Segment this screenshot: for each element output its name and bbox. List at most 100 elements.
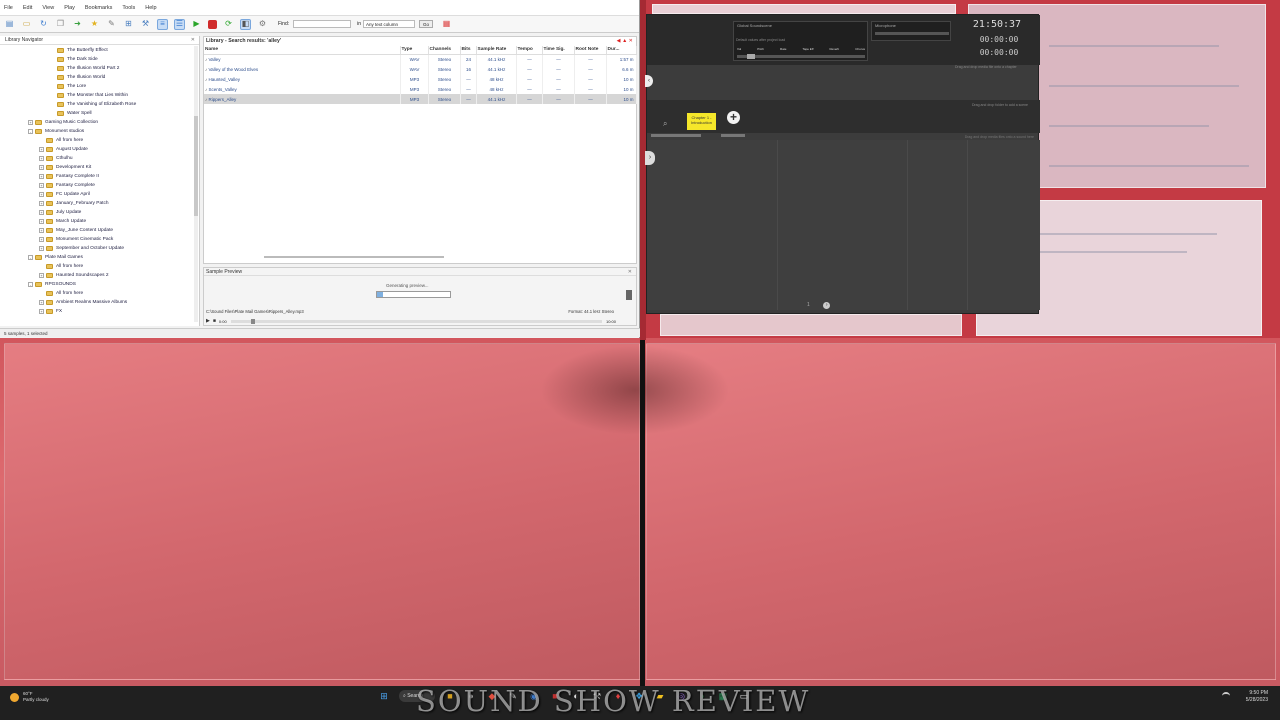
tree-item[interactable]: - RPGSOUNDS xyxy=(0,280,199,289)
column-header[interactable]: Dur... xyxy=(606,46,637,55)
column-header[interactable]: Time Sig. xyxy=(542,46,575,55)
expand-icon[interactable]: + xyxy=(39,246,44,251)
menu-help[interactable]: Help xyxy=(145,5,156,11)
expand-icon[interactable]: + xyxy=(28,120,33,125)
windows-start-icon[interactable]: ⊞ xyxy=(378,690,390,702)
forward-icon[interactable]: ➜ xyxy=(72,19,83,30)
results-nav-icons[interactable]: ◀ ▲ ✕ xyxy=(617,37,633,46)
expand-arrow-icon[interactable]: › xyxy=(645,151,655,165)
table-row[interactable]: ♪ Valley WAV Stereo 24 44.1 kHz — — —1:57 m xyxy=(204,54,637,64)
add-chapter-button[interactable]: + xyxy=(727,111,740,124)
column-header[interactable]: Type xyxy=(400,46,429,55)
stop-icon[interactable]: ■ xyxy=(213,318,216,324)
tree-item[interactable]: + September and October Update xyxy=(0,244,199,253)
wifi-icon[interactable] xyxy=(1222,692,1230,697)
close-icon[interactable]: ✕ xyxy=(628,268,632,276)
settings-icon[interactable]: ⚙ xyxy=(257,19,268,30)
tree-item[interactable]: + January_February Patch xyxy=(0,199,199,208)
close-icon[interactable]: ✕ xyxy=(191,36,195,45)
column-header[interactable]: Sample Rate xyxy=(476,46,517,55)
expand-icon[interactable]: + xyxy=(39,300,44,305)
tree-item[interactable]: - Monument studios xyxy=(0,127,199,136)
menu-edit[interactable]: Edit xyxy=(23,5,32,11)
table-row[interactable]: ♪ Haunted_Valley MP3 Stereo —48 kHz — — —10 m xyxy=(204,74,637,84)
menu-view[interactable]: View xyxy=(42,5,54,11)
tree-item[interactable]: + May_June Content Update xyxy=(0,226,199,235)
tree-item[interactable]: All from here xyxy=(0,136,199,145)
expand-icon[interactable]: + xyxy=(39,174,44,179)
weather-widget[interactable]: 60°F Partly cloudy xyxy=(10,691,49,703)
collapse-icon[interactable]: - xyxy=(28,282,33,287)
go-button[interactable]: Go xyxy=(419,20,434,28)
microphone-level[interactable] xyxy=(875,32,949,35)
refresh-icon[interactable]: ↻ xyxy=(38,19,49,30)
tree-item[interactable]: + Haunted Soundscapes 2 xyxy=(0,271,199,280)
tree-item[interactable]: The Vanishing of Elizabeth Rose xyxy=(0,100,199,109)
tree-item[interactable]: All from here xyxy=(0,262,199,271)
tree-item[interactable]: The Lore xyxy=(0,82,199,91)
tree-item[interactable]: + Cthulhu xyxy=(0,154,199,163)
tree-item[interactable]: The Illusion World xyxy=(0,73,199,82)
expand-icon[interactable]: + xyxy=(39,219,44,224)
seek-bar[interactable] xyxy=(230,318,602,324)
column-header[interactable]: Root Note xyxy=(574,46,607,55)
collapse-icon[interactable]: - xyxy=(28,255,33,260)
tree-item[interactable]: + Ambient Realms Massive Albums xyxy=(0,298,199,307)
expand-icon[interactable]: + xyxy=(39,183,44,188)
column-header[interactable]: Bits xyxy=(460,46,477,55)
table-row[interactable]: ♪ Scents_Valley MP3 Stereo —48 kHz — — —10 m xyxy=(204,84,637,94)
preview-icon[interactable]: ◧ xyxy=(240,18,251,30)
collapse-icon[interactable]: - xyxy=(28,129,33,134)
tree-item[interactable]: The Illusion World Part 2 xyxy=(0,64,199,73)
properties-icon[interactable]: ⊞ xyxy=(123,19,134,30)
menu-bookmarks[interactable]: Bookmarks xyxy=(85,5,113,11)
menu-play[interactable]: Play xyxy=(64,5,75,11)
microphone-panel[interactable]: Microphone xyxy=(871,21,951,41)
navigator-scrollbar[interactable] xyxy=(194,46,198,322)
table-row[interactable]: ♪ Rippers_Alley MP3 Stereo —44.1 kHz — — —10 m xyxy=(204,94,637,104)
tree-item[interactable]: + FC Update April xyxy=(0,190,199,199)
fader-knob[interactable] xyxy=(747,54,755,59)
tools-icon[interactable]: ⚒ xyxy=(140,19,151,30)
tree-item[interactable]: - Plate Mail Games xyxy=(0,253,199,262)
tree-item[interactable]: The Butterfly Effect xyxy=(0,46,199,55)
expand-icon[interactable]: + xyxy=(39,156,44,161)
edit-icon[interactable]: ✎ xyxy=(106,19,117,30)
tray-clock[interactable]: 9:50 PM 5/28/2023 xyxy=(1246,690,1268,704)
table-row[interactable]: ♪ Valley of the Wood Elves WAV Stereo 16 44.… xyxy=(204,64,637,74)
menu-file[interactable]: File xyxy=(4,5,13,11)
column-header[interactable]: Channels xyxy=(428,46,461,55)
tree-item[interactable]: + August Update xyxy=(0,145,199,154)
bookmark-icon[interactable]: ★ xyxy=(89,19,100,30)
tree-item[interactable]: Water Spell xyxy=(0,109,199,118)
stop-icon[interactable] xyxy=(208,19,217,29)
tree-item[interactable]: + Fantasy Complete II xyxy=(0,172,199,181)
expand-icon[interactable]: + xyxy=(39,192,44,197)
global-mixer[interactable]: Global Soundscene Default values after p… xyxy=(733,21,868,61)
tree-item[interactable]: + March Update xyxy=(0,217,199,226)
open-icon[interactable]: ▭ xyxy=(21,19,32,30)
expand-icon[interactable]: + xyxy=(39,201,44,206)
chapter-tab[interactable]: Chapter 1 - Introduction xyxy=(687,113,716,130)
loop-icon[interactable]: ⟳ xyxy=(223,19,234,30)
tree-item[interactable]: + Fantasy Complete xyxy=(0,181,199,190)
expand-icon[interactable]: + xyxy=(39,237,44,242)
expand-icon[interactable]: + xyxy=(39,147,44,152)
horizontal-scrollbar[interactable] xyxy=(264,256,444,258)
tree-item[interactable]: All from here xyxy=(0,289,199,298)
expand-icon[interactable]: + xyxy=(39,228,44,233)
collapse-arrow-icon[interactable]: ‹ xyxy=(645,75,653,87)
copy-icon[interactable]: ❐ xyxy=(55,19,66,30)
detail-view-icon[interactable]: ☰ xyxy=(174,18,185,30)
search-icon[interactable]: ⌕ xyxy=(663,119,667,129)
scrollbar-thumb[interactable] xyxy=(194,116,198,216)
tree-item[interactable]: + July Update xyxy=(0,208,199,217)
column-header[interactable]: Tempo xyxy=(516,46,543,55)
paint-icon[interactable]: ▦ xyxy=(441,19,452,30)
tree-item[interactable]: + FX xyxy=(0,307,199,316)
play-icon[interactable]: ▶ xyxy=(191,19,202,30)
tree-item[interactable]: The Monster that Lies Within xyxy=(0,91,199,100)
expand-icon[interactable]: + xyxy=(39,273,44,278)
tree-item[interactable]: + Development Kit xyxy=(0,163,199,172)
tree-item[interactable]: + Gaming Music Collection xyxy=(0,118,199,127)
